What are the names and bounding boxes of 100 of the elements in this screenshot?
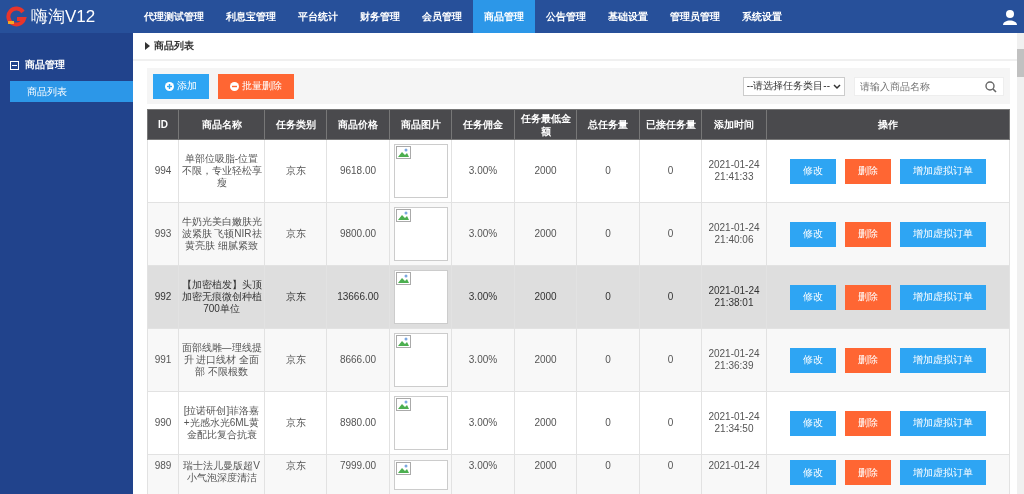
delete-button[interactable]: 删除 (845, 158, 891, 184)
app-logo-text: 嗨淘V12 (31, 6, 96, 28)
total-tasks-cell: 0 (576, 202, 640, 266)
column-header: 商品图片 (389, 109, 452, 140)
add-virtual-order-button[interactable]: 增加虚拟订单 (900, 460, 986, 485)
column-header: 已接任务量 (639, 109, 702, 140)
chevron-down-icon (833, 82, 841, 90)
delete-button[interactable]: 删除 (845, 347, 891, 373)
added-time-cell: 2021-01-24 21:38:01 (701, 265, 767, 329)
price-cell: 9618.00 (326, 139, 390, 203)
search-icon[interactable] (985, 80, 997, 93)
category-cell: 京东 (264, 265, 327, 329)
total-tasks-cell: 0 (576, 139, 640, 203)
id-cell: 991 (147, 328, 179, 392)
product-name-cell: 瑞士法儿曼版超V小气泡深度清洁 (178, 454, 265, 494)
price-cell: 7999.00 (326, 454, 390, 494)
add-virtual-order-button[interactable]: 增加虚拟订单 (900, 284, 986, 310)
accepted-tasks-cell: 0 (639, 139, 702, 203)
column-header: 任务类别 (264, 109, 327, 140)
plus-circle-icon (165, 81, 174, 91)
collapse-icon (10, 60, 19, 70)
edit-button[interactable]: 修改 (790, 460, 836, 485)
scrollbar[interactable] (1017, 33, 1024, 494)
nav-tab[interactable]: 代理测试管理 (133, 0, 215, 33)
delete-button[interactable]: 删除 (845, 221, 891, 247)
product-name-cell: 单部位吸脂-位置不限，专业轻松享瘦 (178, 139, 265, 203)
price-cell: 13666.00 (326, 265, 390, 329)
user-icon[interactable] (1002, 8, 1018, 25)
edit-button[interactable]: 修改 (790, 347, 836, 373)
breadcrumb-title: 商品列表 (154, 39, 194, 53)
minus-circle-icon (230, 81, 239, 91)
category-cell: 京东 (264, 202, 327, 266)
category-select[interactable]: --请选择任务类目-- (742, 76, 845, 96)
product-name-cell: 面部线雕—理线提升 进口线材 全面部 不限根数 (178, 328, 265, 392)
added-time-cell: 2021-01-24 (701, 454, 767, 494)
commission-cell: 3.00% (451, 454, 515, 494)
sidebar-item[interactable]: 商品列表 (10, 81, 133, 102)
id-cell: 994 (147, 139, 179, 203)
id-cell: 990 (147, 391, 179, 455)
min-amount-cell: 2000 (514, 454, 577, 494)
edit-button[interactable]: 修改 (790, 221, 836, 247)
edit-button[interactable]: 修改 (790, 158, 836, 184)
category-cell: 京东 (264, 454, 327, 494)
price-cell: 9800.00 (326, 202, 390, 266)
delete-button[interactable]: 删除 (845, 284, 891, 310)
accepted-tasks-cell: 0 (639, 265, 702, 329)
column-header: 任务最低金额 (514, 109, 577, 140)
add-virtual-order-button[interactable]: 增加虚拟订单 (900, 410, 986, 436)
add-virtual-order-button[interactable]: 增加虚拟订单 (900, 221, 986, 247)
id-cell: 989 (147, 454, 179, 494)
nav-tab[interactable]: 基础设置 (597, 0, 659, 33)
edit-button[interactable]: 修改 (790, 284, 836, 310)
added-time-cell: 2021-01-24 21:36:39 (701, 328, 767, 392)
id-cell: 992 (147, 265, 179, 329)
id-cell: 993 (147, 202, 179, 266)
category-cell: 京东 (264, 139, 327, 203)
category-cell: 京东 (264, 391, 327, 455)
nav-tab[interactable]: 平台统计 (287, 0, 349, 33)
caret-icon (145, 42, 150, 50)
nav-tab[interactable]: 财务管理 (349, 0, 411, 33)
total-tasks-cell: 0 (576, 454, 640, 494)
total-tasks-cell: 0 (576, 391, 640, 455)
nav-tab[interactable]: 商品管理 (473, 0, 535, 33)
nav-tab[interactable]: 管理员管理 (659, 0, 731, 33)
commission-cell: 3.00% (451, 391, 515, 455)
min-amount-cell: 2000 (514, 391, 577, 455)
edit-button[interactable]: 修改 (790, 410, 836, 436)
commission-cell: 3.00% (451, 139, 515, 203)
nav-tab[interactable]: 系统设置 (731, 0, 793, 33)
column-header: 商品价格 (326, 109, 390, 140)
batch-delete-button[interactable]: 批量删除 (218, 73, 294, 99)
accepted-tasks-cell: 0 (639, 454, 702, 494)
min-amount-cell: 2000 (514, 265, 577, 329)
accepted-tasks-cell: 0 (639, 391, 702, 455)
commission-cell: 3.00% (451, 265, 515, 329)
search-field[interactable]: 请输入商品名称 (854, 76, 1004, 96)
min-amount-cell: 2000 (514, 202, 577, 266)
accepted-tasks-cell: 0 (639, 328, 702, 392)
add-virtual-order-button[interactable]: 增加虚拟订单 (900, 347, 986, 373)
nav-tab[interactable]: 会员管理 (411, 0, 473, 33)
logo-icon (6, 5, 28, 28)
nav-tab[interactable]: 利息宝管理 (215, 0, 287, 33)
sidebar-group[interactable]: 商品管理 (0, 57, 133, 73)
nav-tab[interactable]: 公告管理 (535, 0, 597, 33)
add-button[interactable]: 添加 (153, 73, 209, 99)
commission-cell: 3.00% (451, 328, 515, 392)
min-amount-cell: 2000 (514, 328, 577, 392)
price-cell: 8980.00 (326, 391, 390, 455)
column-header: ID (147, 109, 179, 140)
delete-button[interactable]: 删除 (845, 410, 891, 436)
product-name-cell: 牛奶光美白嫩肤光波紧肤 飞顿NIR祛黄亮肤 细腻紧致 (178, 202, 265, 266)
product-name-cell: [拉诺研创]菲洛嘉+光感水光6ML黄金配比复合抗衰 (178, 391, 265, 455)
column-header: 商品名称 (178, 109, 265, 140)
delete-button[interactable]: 删除 (845, 460, 891, 485)
product-name-cell: 【加密植发】头顶加密无痕微创种植700单位 (178, 265, 265, 329)
added-time-cell: 2021-01-24 21:41:33 (701, 139, 767, 203)
column-header: 操作 (766, 109, 1010, 140)
min-amount-cell: 2000 (514, 139, 577, 203)
add-virtual-order-button[interactable]: 增加虚拟订单 (900, 158, 986, 184)
total-tasks-cell: 0 (576, 328, 640, 392)
